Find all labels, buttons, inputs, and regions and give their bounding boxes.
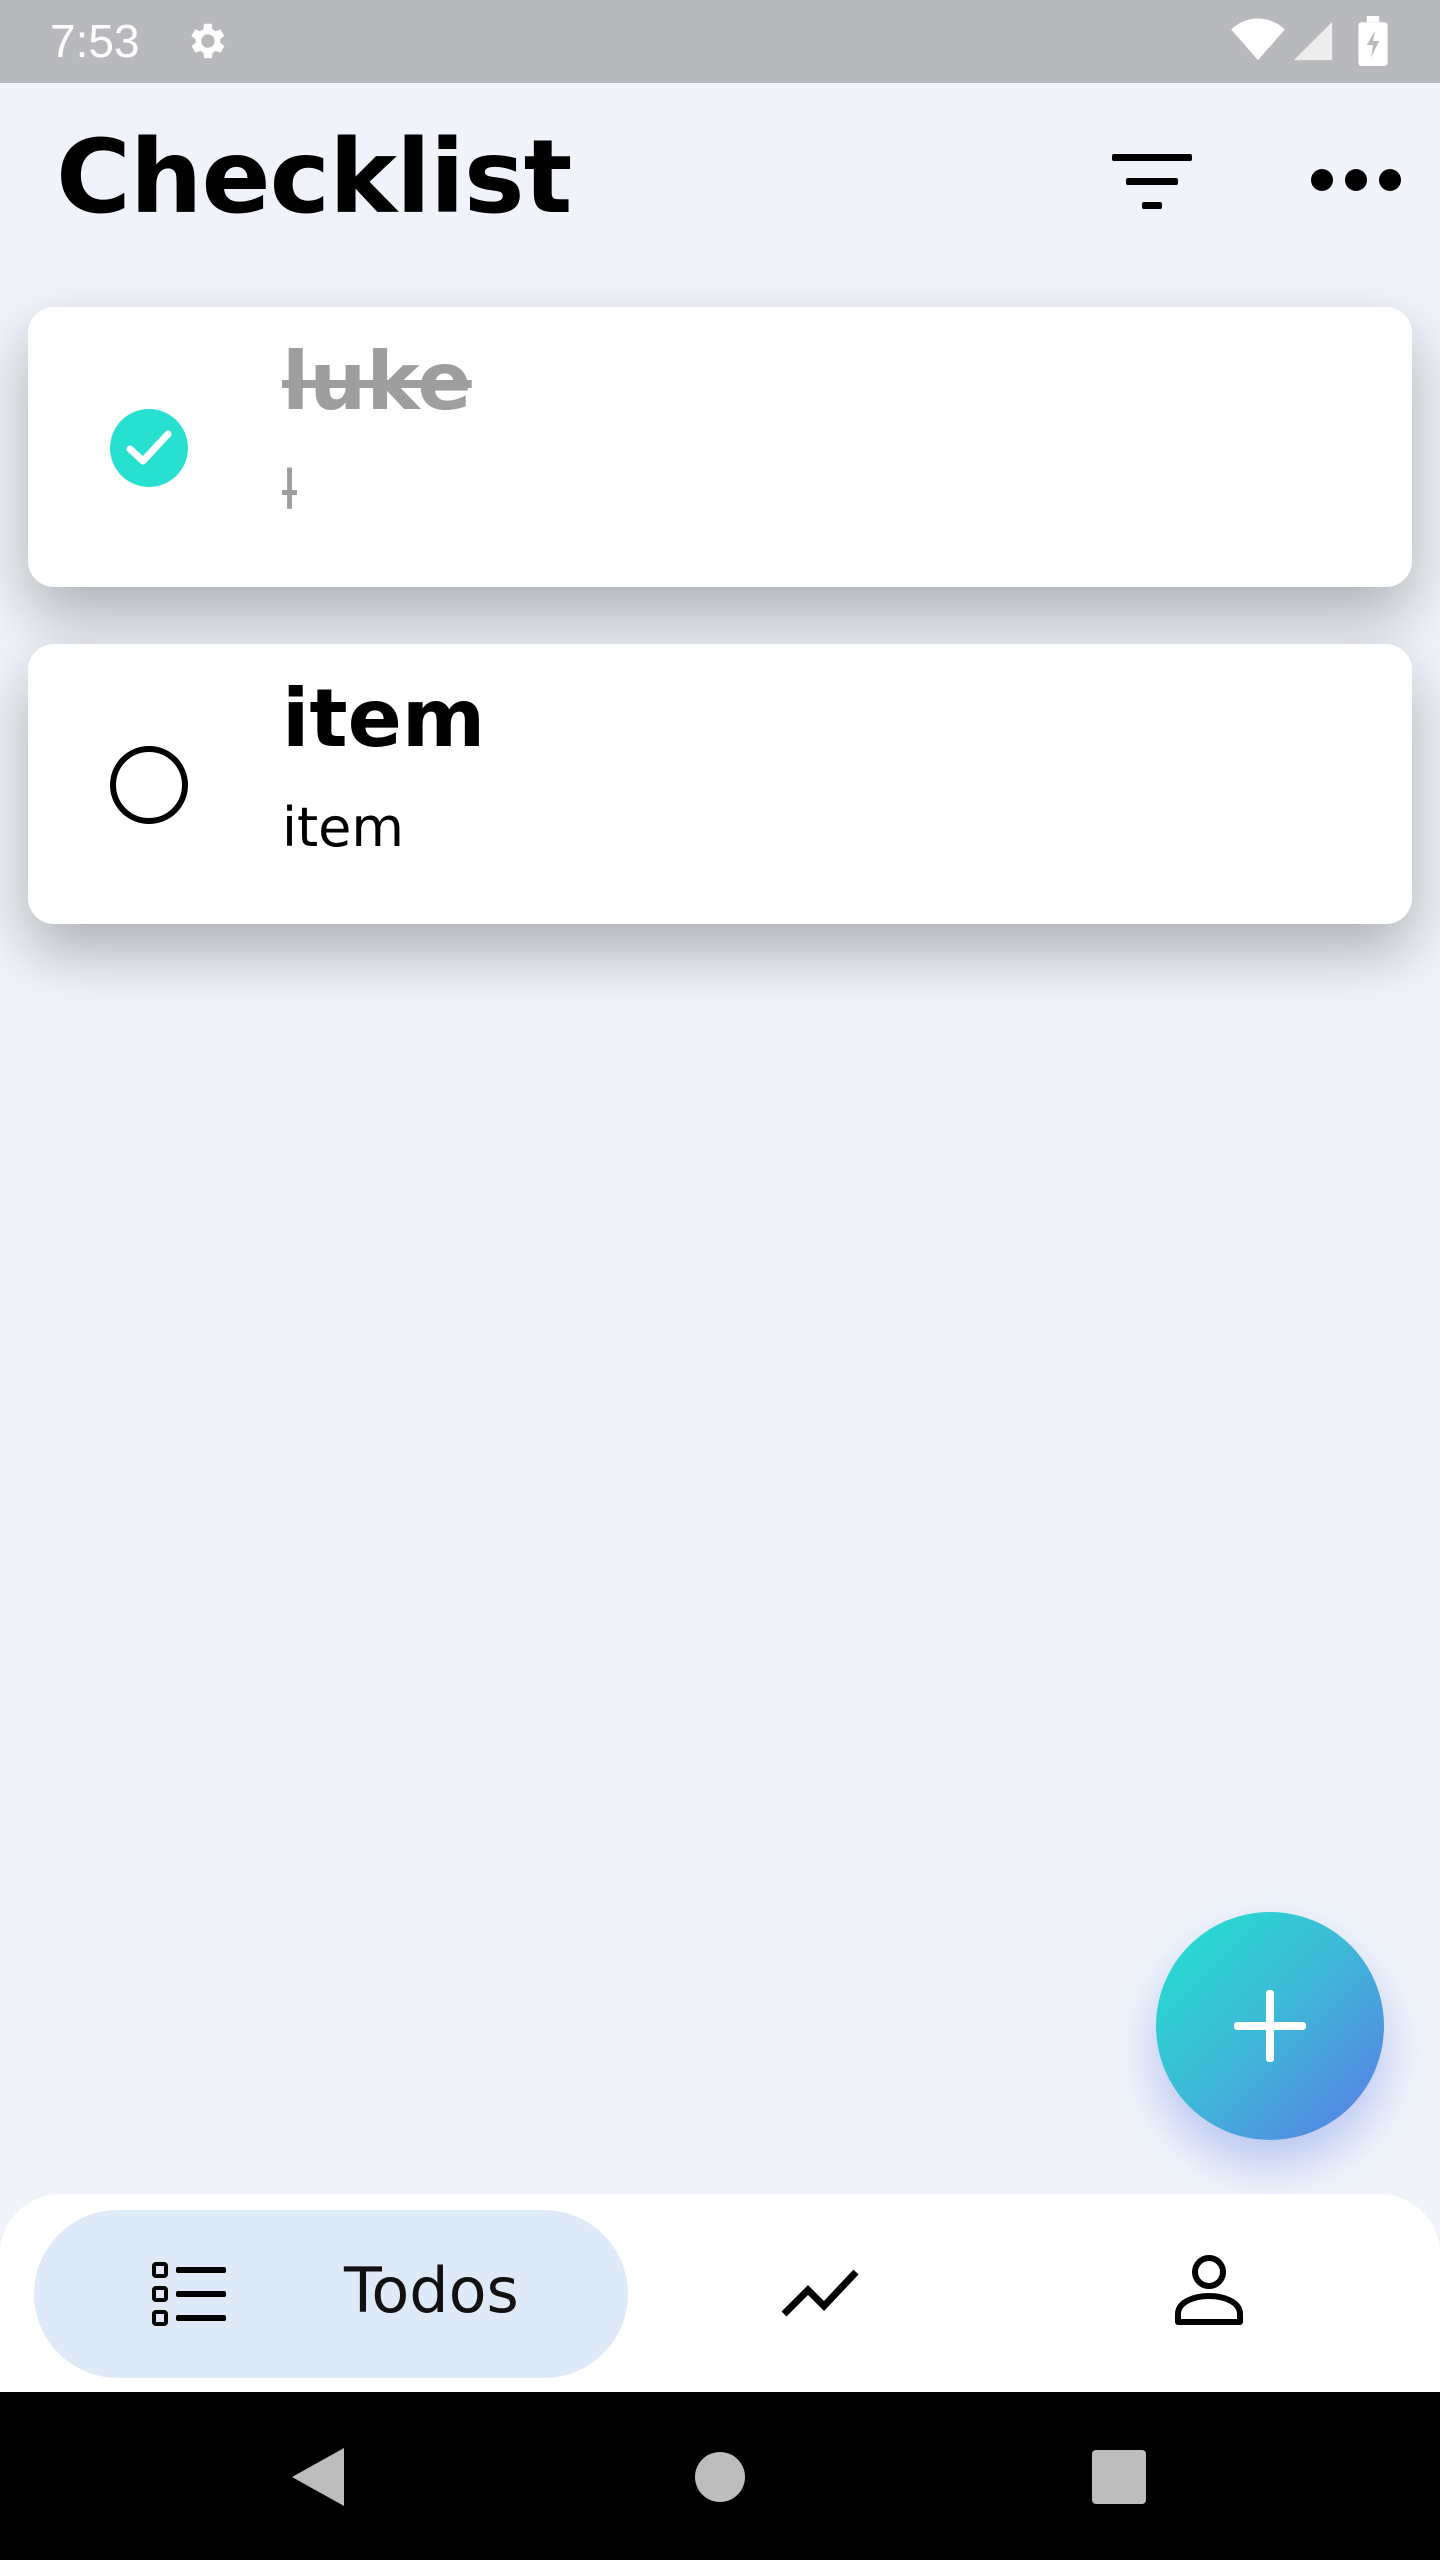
status-bar: 7:53	[0, 0, 1440, 83]
todo-description: item	[282, 796, 405, 859]
gear-icon	[191, 23, 225, 59]
trending-icon[interactable]	[780, 2264, 860, 2320]
filter-icon[interactable]	[1110, 150, 1194, 214]
system-nav-bar	[0, 2392, 1440, 2560]
todo-title: item	[282, 672, 486, 765]
more-horizontal-icon[interactable]	[1310, 160, 1402, 200]
recents-icon[interactable]	[1092, 2450, 1146, 2504]
add-todo-button[interactable]	[1156, 1912, 1384, 2140]
page-title: Checklist	[56, 118, 572, 237]
list-icon	[152, 2262, 226, 2326]
nav-item-label: Todos	[344, 2254, 519, 2327]
signal-icon	[1293, 21, 1333, 61]
status-time: 7:53	[50, 15, 140, 67]
todo-card[interactable]: item item	[28, 644, 1412, 924]
todo-card[interactable]: luke l	[28, 307, 1412, 587]
battery-charging-icon	[1358, 16, 1388, 66]
home-icon[interactable]	[695, 2452, 745, 2502]
bottom-nav: Todos	[0, 2194, 1440, 2392]
todo-description: l	[282, 459, 298, 522]
screen: 7:53 Checklist luke l item item Todos	[0, 0, 1440, 2560]
wifi-icon	[1231, 18, 1285, 61]
todo-title: luke	[282, 335, 472, 428]
person-icon[interactable]	[1174, 2254, 1244, 2326]
checked-checkbox-icon[interactable]	[110, 409, 188, 487]
nav-item-todos[interactable]: Todos	[34, 2210, 628, 2378]
back-icon[interactable]	[290, 2446, 346, 2508]
unchecked-checkbox-icon[interactable]	[110, 746, 188, 824]
plus-icon	[1234, 1990, 1306, 2062]
